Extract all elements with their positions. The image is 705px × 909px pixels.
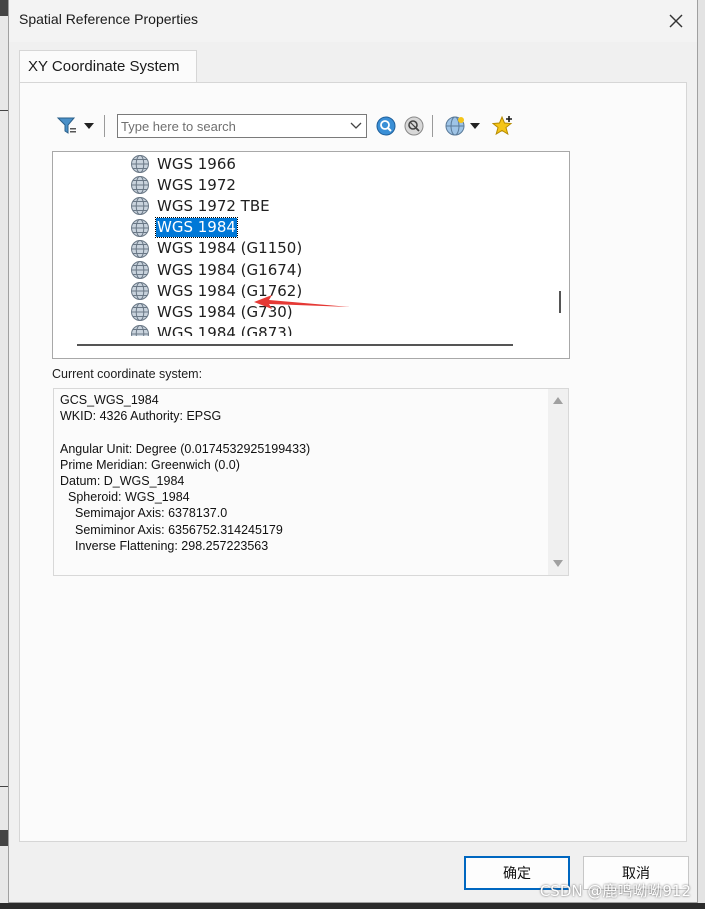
- detail-line: Semimajor Axis: 6378137.0: [75, 506, 228, 521]
- filter-icon[interactable]: [56, 115, 78, 137]
- tree-item-label: WGS 1972: [157, 175, 236, 194]
- globe-icon: [131, 239, 149, 258]
- horizontal-scroll-thumb[interactable]: [77, 344, 513, 346]
- tree-item[interactable]: WGS 1972: [130, 175, 237, 195]
- watermark: CSDN @鹿鸣呦呦912: [539, 882, 691, 900]
- toolbar-separator: [104, 115, 105, 137]
- vertical-scroll-thumb[interactable]: [559, 291, 561, 313]
- detail-line: WKID: 4326 Authority: EPSG: [60, 409, 222, 424]
- spatial-reference-dialog: Spatial Reference Properties XY Coordina…: [8, 0, 698, 903]
- title-bar: Spatial Reference Properties: [9, 0, 697, 42]
- globe-icon: [131, 197, 149, 216]
- tree-item[interactable]: WGS 1972 TBE: [130, 196, 271, 216]
- tree-item-label: WGS 1984 (G1150): [157, 239, 303, 258]
- tree-item[interactable]: WGS 1966: [130, 154, 237, 174]
- search-box[interactable]: [117, 114, 367, 138]
- add-favorite-icon[interactable]: [492, 115, 514, 137]
- globe-icon: [131, 176, 149, 195]
- background-strip: [0, 830, 8, 846]
- background-strip: [0, 0, 8, 16]
- tree-item-label: WGS 1972 TBE: [157, 196, 270, 215]
- globe-icon: [131, 282, 149, 301]
- detail-line: Prime Meridian: Greenwich (0.0): [60, 457, 240, 472]
- background-window-edge: [0, 0, 8, 909]
- background-strip: [0, 110, 8, 111]
- background-strip: [0, 786, 8, 787]
- tree-item-label: WGS 1984: [155, 217, 238, 239]
- details-vertical-scrollbar[interactable]: [548, 389, 568, 575]
- clear-search-icon[interactable]: [404, 116, 424, 136]
- detail-line: Inverse Flattening: 298.257223563: [75, 538, 269, 553]
- globe-icon: [131, 261, 149, 279]
- toolbar: [20, 83, 686, 153]
- globe-icon: [131, 303, 149, 322]
- coordinate-system-tree[interactable]: WGS 1966 WGS 1972 WGS 1972 TBE WGS 1984 WGS …: [52, 151, 570, 359]
- detail-line: GCS_WGS_1984: [60, 393, 159, 407]
- detail-line: Datum: D_WGS_1984: [60, 474, 185, 488]
- detail-line: Spheroid: WGS_1984: [68, 490, 190, 505]
- tree-horizontal-scrollbar[interactable]: [53, 336, 569, 358]
- tab-xy-coordinate-system[interactable]: XY Coordinate System: [19, 50, 197, 83]
- globe-icon: [131, 155, 149, 173]
- tree-item[interactable]: WGS 1984 (G1150): [130, 239, 303, 259]
- dialog-title: Spatial Reference Properties: [19, 11, 198, 27]
- globe-dropdown-icon[interactable]: [470, 123, 480, 129]
- xy-coordinate-panel: WGS 1966WGS 1972WGS 1972 TBEWGS 1984WGS …: [19, 82, 687, 842]
- current-coordinate-system-details: GCS_WGS_1984 WKID: 4326 Authority: EPSG An…: [53, 388, 569, 576]
- close-icon[interactable]: [665, 10, 687, 32]
- current-coordinate-system-label: Current coordinate system:: [52, 367, 203, 381]
- detail-line: Angular Unit: Degree (0.0174532925199433…: [60, 441, 311, 456]
- scroll-up-icon[interactable]: [552, 395, 564, 405]
- globe-icon[interactable]: [444, 115, 466, 137]
- search-input[interactable]: [118, 115, 347, 137]
- chevron-down-icon[interactable]: [350, 119, 362, 133]
- globe-icon: [131, 218, 149, 237]
- search-icon[interactable]: [376, 116, 396, 136]
- taskbar-strip: [0, 903, 705, 909]
- background-window-edge-right: [697, 0, 705, 909]
- tree-vertical-scrollbar[interactable]: [551, 152, 569, 336]
- toolbar-separator: [432, 115, 433, 137]
- tree-item-label: WGS 1984 (G1674): [157, 260, 303, 279]
- tree-item[interactable]: WGS 1984: [130, 217, 238, 239]
- detail-line: Semiminor Axis: 6356752.314245179: [75, 522, 283, 537]
- scroll-down-icon[interactable]: [552, 559, 564, 569]
- tree-item[interactable]: WGS 1984 (G1674): [130, 260, 303, 280]
- tree-item-label: WGS 1966: [157, 154, 236, 173]
- annotation-arrow: [254, 295, 350, 309]
- filter-dropdown-icon[interactable]: [84, 123, 94, 129]
